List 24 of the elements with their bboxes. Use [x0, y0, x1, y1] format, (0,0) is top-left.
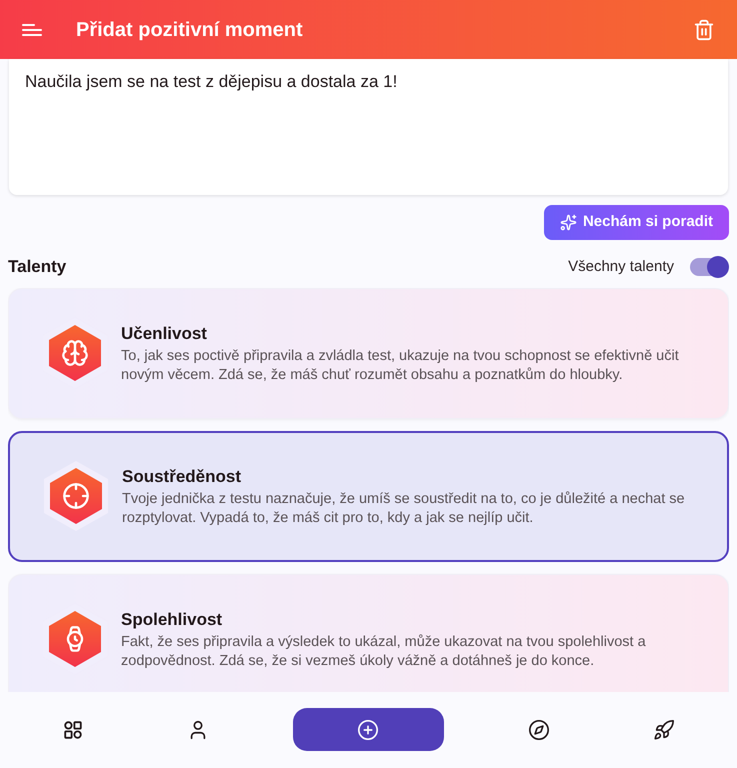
toggle-label: Všechny talenty	[568, 256, 674, 276]
rocket-icon	[653, 718, 676, 741]
page-title: Přidat pozitivní moment	[76, 18, 303, 42]
talent-description: Fakt, že ses připravila a výsledek to ukázal, může ukazovat na tvou spolehlivost a zodpovědnost. Zdá se, že si vezmeš úkoly vážně a dotáhneš je do konce.	[121, 632, 647, 671]
all-talents-switch[interactable]	[690, 258, 728, 276]
sparkles-icon	[560, 214, 577, 231]
talent-card[interactable]: Soustředěnost Tvoje jednička z testu naznačuje, že umíš se soustředit na to, co je důležité a nechat se rozptylovat. Vypadá to, že máš cit pro to, kdy a jak se nejlíp učit.	[8, 430, 729, 562]
talent-description: To, jak ses poctivě připravila a zvládla test, ukazuje na tvou schopnost se efektivně učit novým věcem. Zdá se, že máš chuť rozumět obsahu a poznatkům do hloubky.	[121, 346, 680, 385]
compass-icon	[528, 718, 550, 741]
talent-card[interactable]: Spolehlivost Fakt, že ses připravila a výsledek to ukázal, může ukazovat na tvou spolehlivost a zodpovědnost. Zdá se, že si vezmeš úkoly vážně a dotáhneš je do konce.	[8, 574, 729, 692]
talent-description: Tvoje jednička z testu naznačuje, že umíš se soustředit na to, co je důležité a nechat se rozptylovat. Vypadá to, že máš cit pro to, kdy a jak se nejlíp učit.	[122, 490, 686, 528]
talent-card[interactable]: Učenlivost To, jak ses poctivě připravila a zvládla test, ukazuje na tvou schopnost se efektivně učit novým věcem. Zdá se, že máš chuť rozumět obsahu a poznatkům do hloubky.	[8, 288, 729, 418]
talent-title: Spolehlivost	[121, 609, 224, 632]
advice-button[interactable]: Nechám si poradit	[544, 205, 729, 240]
talent-title: Soustředěnost	[122, 466, 242, 488]
moment-field[interactable]: Naučila jsem se na test z dějepisu a dostala za 1!	[9, 59, 728, 195]
talent-title: Učenlivost	[121, 323, 208, 346]
add-icon	[357, 718, 380, 741]
section-title: Talenty	[8, 256, 66, 278]
shapes-icon	[62, 718, 84, 741]
crosshair-badge-icon	[42, 460, 110, 532]
menu-icon[interactable]	[22, 22, 42, 36]
nav-button[interactable]	[292, 708, 444, 752]
delete-icon[interactable]	[693, 18, 715, 40]
